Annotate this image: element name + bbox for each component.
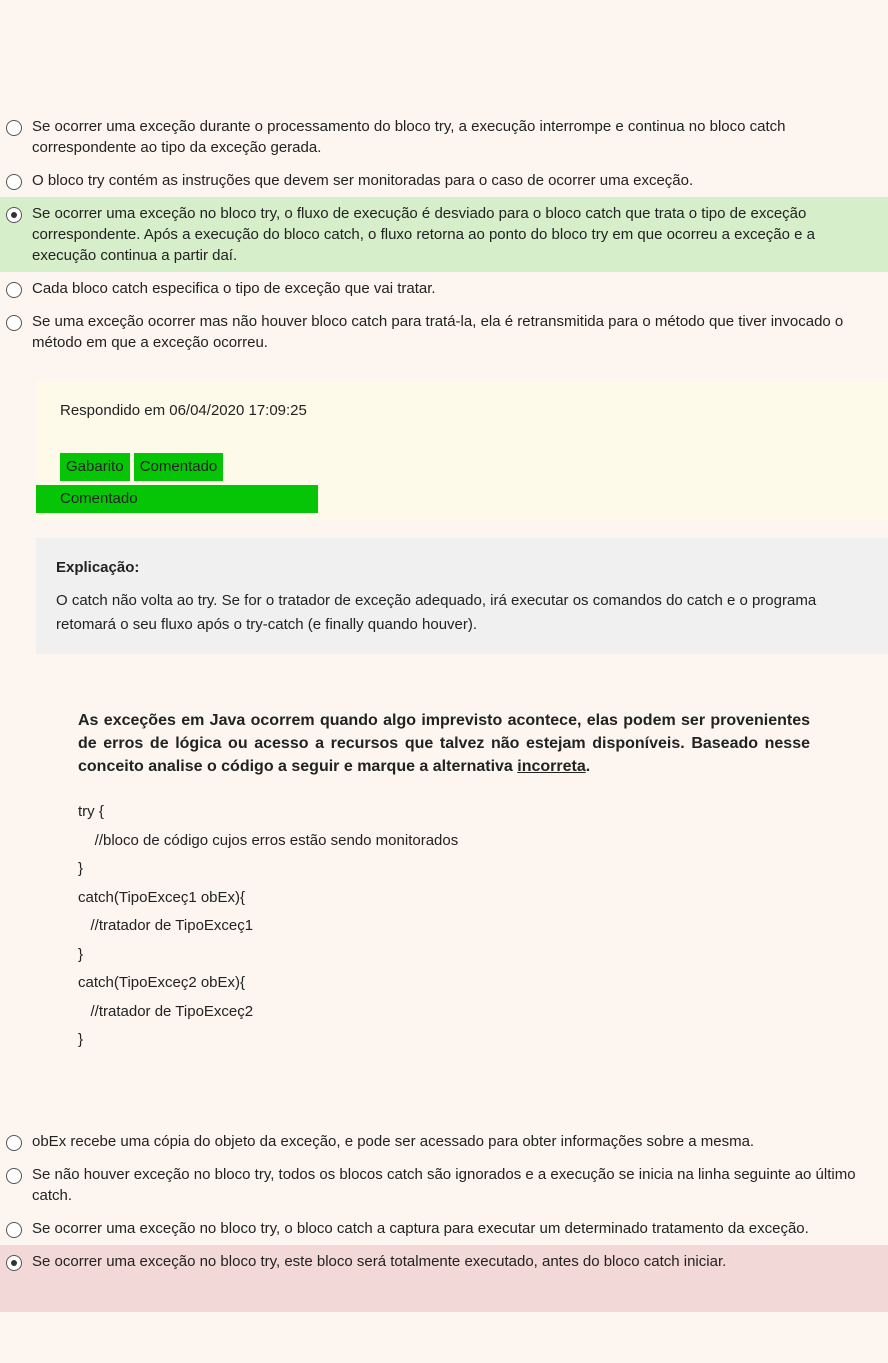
q2-option-0-text: obEx recebe uma cópia do objeto da exceç… [32,1131,888,1152]
radio-icon [6,174,22,190]
gabarito-badge: Gabarito [60,453,130,481]
q1-answer-info: Respondido em 06/04/2020 17:09:25 Gabari… [36,381,888,520]
radio-icon [6,1168,22,1184]
q1-option-3[interactable]: Cada bloco catch especifica o tipo de ex… [0,272,888,305]
info-label: Respondido em [60,402,169,419]
q2-prompt: As exceções em Java ocorrem quando algo … [78,709,810,779]
radio-selected-icon [6,207,22,223]
q1-option-2-text: Se ocorrer uma exceção no bloco try, o f… [32,203,888,266]
q2-prompt-part3: . [586,758,590,775]
radio-icon [6,1222,22,1238]
q2-option-0[interactable]: obEx recebe uma cópia do objeto da exceç… [0,1125,888,1158]
q1-option-4-text: Se uma exceção ocorrer mas não houver bl… [32,311,888,353]
radio-icon [6,1135,22,1151]
q2-option-1[interactable]: Se não houver exceção no bloco try, todo… [0,1158,888,1212]
q2-option-2-text: Se ocorrer uma exceção no bloco try, o b… [32,1218,888,1239]
q2-option-3-text: Se ocorrer uma exceção no bloco try, est… [32,1251,888,1272]
explanation-text: O catch não volta ao try. Se for o trata… [56,589,868,636]
comentado-badge-2: Comentado [36,485,318,513]
q2-block: As exceções em Java ocorrem quando algo … [0,654,888,1085]
radio-icon [6,315,22,331]
comentado-badge: Comentado [134,453,224,481]
info-date: 06/04/2020 17:09:25 [169,402,307,419]
radio-icon [6,120,22,136]
q1-option-3-text: Cada bloco catch especifica o tipo de ex… [32,278,888,299]
radio-icon [6,282,22,298]
q1-option-1-text: O bloco try contém as instruções que dev… [32,170,888,191]
q1-option-4[interactable]: Se uma exceção ocorrer mas não houver bl… [0,305,888,359]
q2-option-3-incorrect-selected[interactable]: Se ocorrer uma exceção no bloco try, est… [0,1245,888,1312]
q1-option-0-text: Se ocorrer uma exceção durante o process… [32,116,888,158]
q1-option-0[interactable]: Se ocorrer uma exceção durante o process… [0,110,888,164]
q1-option-1[interactable]: O bloco try contém as instruções que dev… [0,164,888,197]
q2-prompt-part1: As exceções em Java ocorrem quando algo … [78,712,810,775]
q1-explanation: Explicação: O catch não volta ao try. Se… [36,538,888,654]
q2-option-1-text: Se não houver exceção no bloco try, todo… [32,1164,888,1206]
q1-option-2-correct[interactable]: Se ocorrer uma exceção no bloco try, o f… [0,197,888,272]
explanation-heading: Explicação: [56,556,868,579]
q2-prompt-underline: incorreta [517,758,585,775]
radio-selected-icon [6,1255,22,1271]
q2-code: try { //bloco de código cujos erros estã… [78,798,852,1055]
q2-option-2[interactable]: Se ocorrer uma exceção no bloco try, o b… [0,1212,888,1245]
